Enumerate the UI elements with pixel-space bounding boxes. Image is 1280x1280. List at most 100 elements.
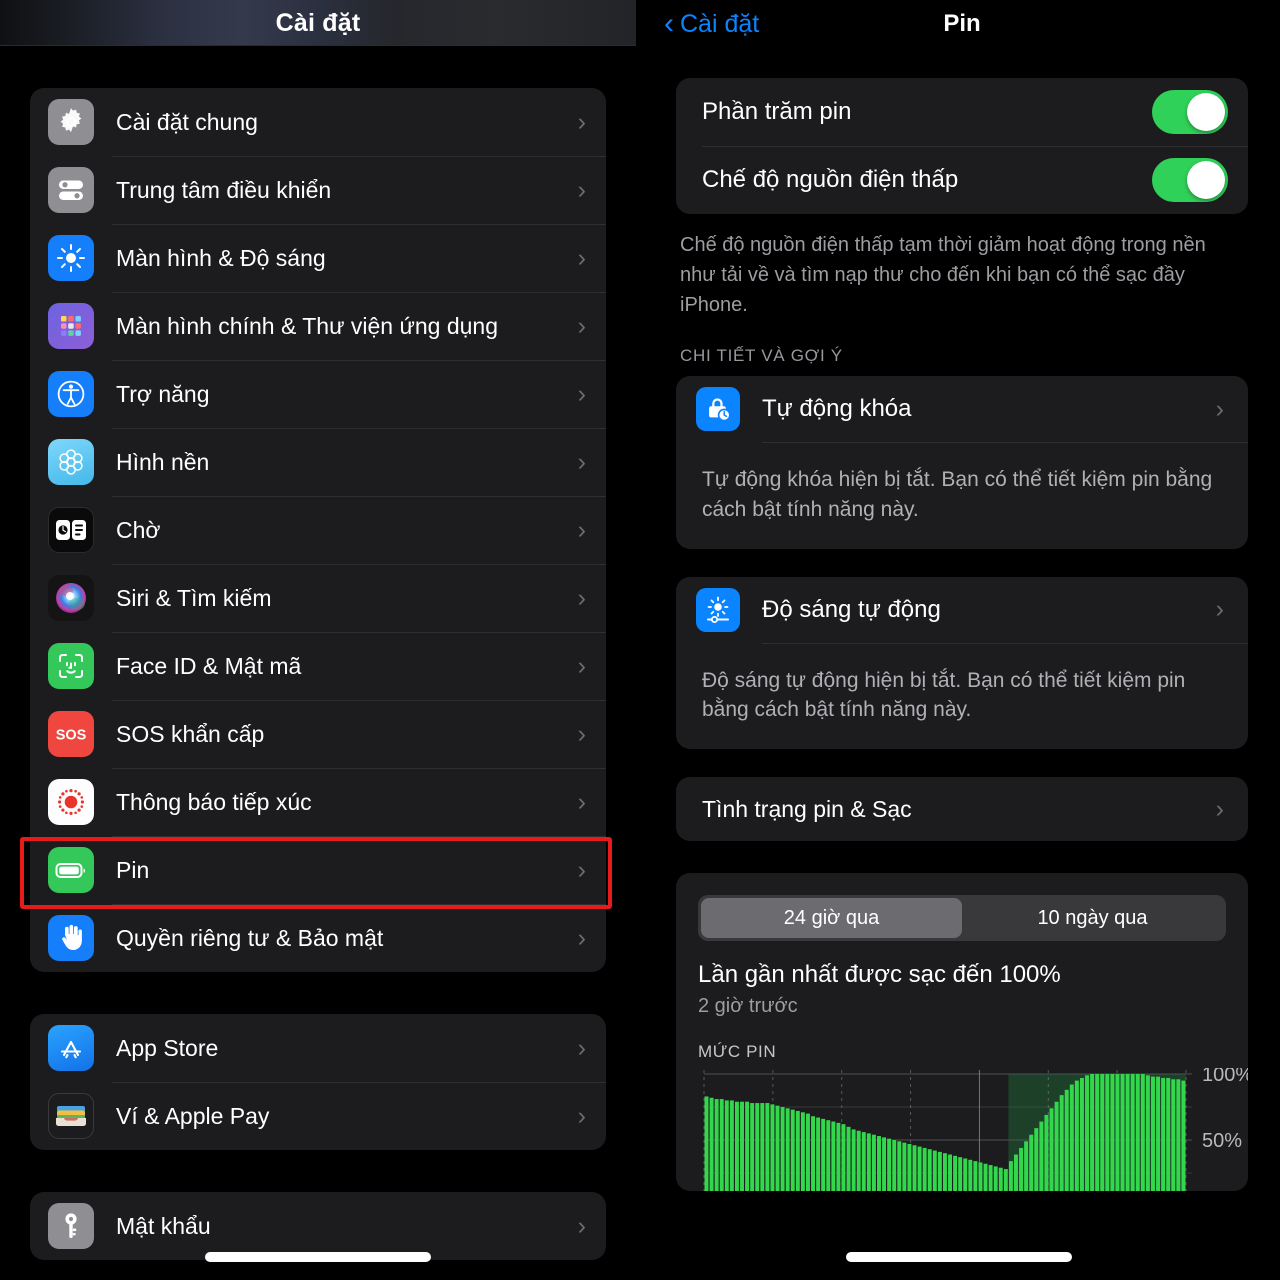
sidebar-item-face-id-passcode[interactable]: Face ID & Mật mã › — [30, 632, 606, 700]
chevron-right-icon: › — [577, 787, 586, 816]
chevron-right-icon: › — [577, 719, 586, 748]
siri-icon — [48, 575, 94, 621]
row-battery-health-charging[interactable]: Tình trạng pin & Sạc › — [676, 777, 1248, 842]
sidebar-item-app-store[interactable]: App Store › — [30, 1014, 606, 1082]
toggle-knob — [1187, 161, 1225, 199]
lock-clock-icon — [696, 387, 740, 431]
suggestion-label: Tự động khóa — [762, 395, 912, 422]
sidebar-item-exposure-notification[interactable]: Thông báo tiếp xúc › — [30, 768, 606, 836]
chevron-right-icon: › — [1215, 394, 1224, 423]
accessibility-icon — [48, 371, 94, 417]
time-range-segmented-control[interactable]: 24 giờ qua 10 ngày qua — [698, 895, 1226, 942]
settings-group-store: App Store › Ví & Apple Pay › — [30, 1014, 606, 1150]
battery-nav-bar: ‹ Cài đặt Pin — [644, 0, 1280, 48]
dual-screenshot: Cài đặt Cài đặt chung › Trung tâm điều k… — [0, 0, 1280, 1280]
control-center-icon — [48, 167, 94, 213]
battery-usage-card: 24 giờ qua 10 ngày qua Lần gần nhất được… — [676, 873, 1248, 1192]
chevron-right-icon: › — [577, 243, 586, 272]
sidebar-item-control-center[interactable]: Trung tâm điều khiển › — [30, 156, 606, 224]
suggestion-card-auto-brightness: Độ sáng tự động › Độ sáng tự động hiện b… — [676, 576, 1248, 750]
last-charge-title: Lần gần nhất được sạc đến 100% — [698, 961, 1061, 989]
wallet-icon — [48, 1093, 94, 1139]
sidebar-item-display-brightness[interactable]: Màn hình & Độ sáng › — [30, 224, 606, 292]
chevron-right-icon: › — [577, 515, 586, 544]
last-charge-subtitle: 2 giờ trước — [698, 995, 798, 1018]
battery-level-chart-svg: 12151821000306090%50%100% — [703, 1068, 1248, 1192]
row-label: Tình trạng pin & Sạc — [702, 795, 912, 822]
left-phone-settings-screen: Cài đặt Cài đặt chung › Trung tâm điều k… — [0, 0, 636, 1280]
privacy-hand-icon — [48, 915, 94, 961]
chevron-right-icon: › — [577, 107, 586, 136]
sidebar-item-label: Hình nền — [116, 448, 210, 475]
sidebar-item-home-screen[interactable]: Màn hình chính & Thư viện ứng dụng › — [30, 292, 606, 360]
row-battery-percentage[interactable]: Phần trăm pin — [676, 78, 1248, 146]
sidebar-item-accessibility[interactable]: Trợ năng › — [30, 360, 606, 428]
battery-toggles-group: Phần trăm pin Chế độ nguồn điện thấp — [676, 78, 1248, 214]
sidebar-item-standby[interactable]: Chờ › — [30, 496, 606, 564]
suggestion-header-auto-lock[interactable]: Tự động khóa › — [676, 376, 1248, 442]
sidebar-item-privacy-security[interactable]: Quyền riêng tư & Bảo mật › — [30, 904, 606, 972]
low-power-mode-footnote: Chế độ nguồn điện thấp tạm thời giảm hoạ… — [680, 234, 1206, 316]
sidebar-item-label: Ví & Apple Pay — [116, 1102, 270, 1129]
sidebar-item-label: Chờ — [116, 516, 161, 543]
sidebar-item-general[interactable]: Cài đặt chung › — [30, 88, 606, 156]
settings-group-accounts: Mật khẩu › — [30, 1192, 606, 1260]
battery-icon — [48, 847, 94, 893]
low-power-mode-toggle[interactable] — [1152, 158, 1228, 202]
sos-icon: SOS — [48, 711, 94, 757]
face-id-icon — [48, 643, 94, 689]
sidebar-item-label: Pin — [116, 856, 150, 883]
row-label: Chế độ nguồn điện thấp — [702, 166, 959, 193]
page-title: Pin — [943, 10, 981, 37]
key-icon — [48, 1203, 94, 1249]
segment-last-24-hours[interactable]: 24 giờ qua — [701, 898, 962, 939]
sidebar-item-battery[interactable]: Pin › — [30, 836, 606, 904]
standby-icon — [48, 507, 94, 553]
chevron-right-icon: › — [577, 1211, 586, 1240]
sidebar-item-label: Trung tâm điều khiển — [116, 176, 332, 203]
settings-group-system: Cài đặt chung › Trung tâm điều khiển › M… — [30, 88, 606, 972]
sidebar-item-label: Face ID & Mật mã — [116, 652, 302, 679]
exposure-notification-icon — [48, 779, 94, 825]
chevron-right-icon: › — [1215, 794, 1224, 823]
battery-level-chart: 12151821000306090%50%100% — [698, 1068, 1248, 1192]
svg-text:SOS: SOS — [56, 728, 87, 744]
chart-title: MỨC PIN — [698, 1042, 777, 1062]
chevron-right-icon: › — [577, 855, 586, 884]
suggestion-body: Tự động khóa hiện bị tắt. Bạn có thể tiế… — [702, 468, 1213, 521]
brightness-icon — [48, 235, 94, 281]
chevron-right-icon: › — [577, 379, 586, 408]
left-nav-title: Cài đặt — [275, 8, 361, 37]
suggestion-body: Độ sáng tự động hiện bị tắt. Bạn có thể … — [702, 668, 1186, 722]
sidebar-item-wallpaper[interactable]: Hình nền › — [30, 428, 606, 496]
sidebar-item-emergency-sos[interactable]: SOS SOS khẩn cấp › — [30, 700, 606, 768]
sidebar-item-label: App Store — [116, 1034, 219, 1061]
chevron-right-icon: › — [577, 651, 586, 680]
section-header-details-suggestions: CHI TIẾT VÀ GỢI Ý — [680, 346, 843, 365]
row-label: Phần trăm pin — [702, 98, 852, 125]
chevron-right-icon: › — [577, 311, 586, 340]
suggestion-card-auto-lock: Tự động khóa › Tự động khóa hiện bị tắt.… — [676, 376, 1248, 549]
row-low-power-mode[interactable]: Chế độ nguồn điện thấp — [676, 146, 1248, 214]
chevron-right-icon: › — [577, 1033, 586, 1062]
chevron-right-icon: › — [577, 923, 586, 952]
wallpaper-icon — [48, 439, 94, 485]
settings-scroll-area[interactable]: Cài đặt chung › Trung tâm điều khiển › M… — [0, 46, 636, 1280]
sidebar-item-siri-search[interactable]: Siri & Tìm kiếm › — [30, 564, 606, 632]
toggle-knob — [1187, 93, 1225, 131]
battery-percentage-toggle[interactable] — [1152, 90, 1228, 134]
auto-brightness-icon — [696, 587, 740, 632]
segment-last-10-days[interactable]: 10 ngày qua — [962, 898, 1223, 938]
sidebar-item-label: Màn hình & Độ sáng — [116, 244, 326, 271]
sidebar-item-wallet-apple-pay[interactable]: Ví & Apple Pay › — [30, 1082, 606, 1150]
sidebar-item-label: Trợ năng — [116, 380, 210, 407]
chevron-right-icon: › — [577, 1101, 586, 1130]
sidebar-item-label: Cài đặt chung — [116, 108, 258, 135]
suggestion-header-auto-brightness[interactable]: Độ sáng tự động › — [676, 577, 1248, 643]
svg-text:50%: 50% — [1202, 1130, 1242, 1152]
svg-text:100%: 100% — [1202, 1068, 1248, 1086]
sidebar-item-passwords[interactable]: Mật khẩu › — [30, 1192, 606, 1260]
sidebar-item-label: Siri & Tìm kiếm — [116, 584, 272, 611]
app-store-icon — [48, 1025, 94, 1071]
home-indicator — [205, 1252, 431, 1262]
